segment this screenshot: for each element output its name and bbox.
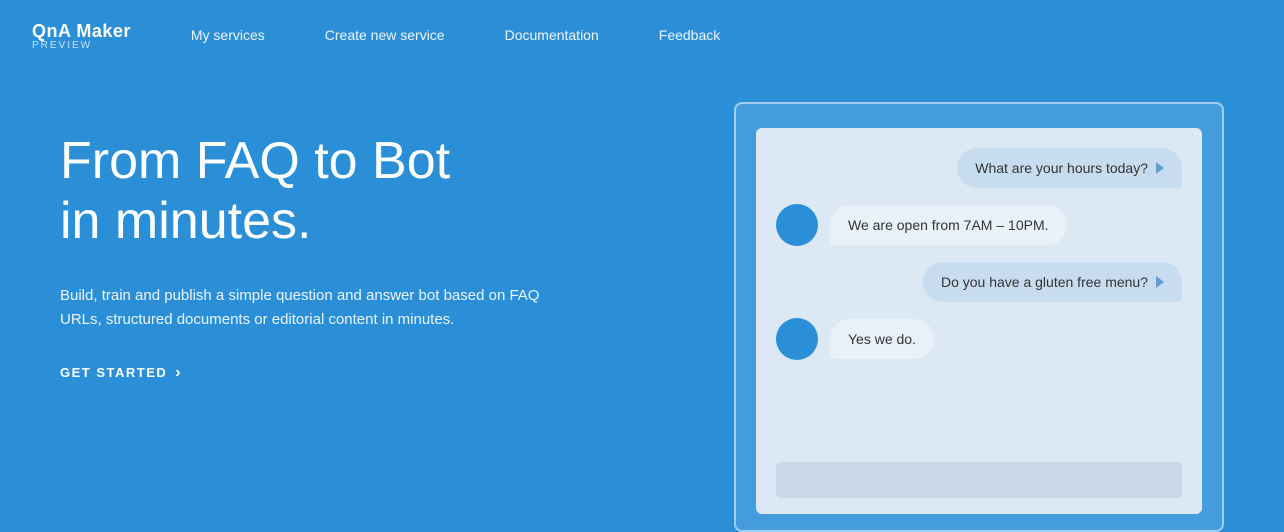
chat-row: What are your hours today? xyxy=(776,148,1182,188)
hero-description: Build, train and publish a simple questi… xyxy=(60,284,540,332)
chat-message-1: What are your hours today? xyxy=(975,160,1148,176)
avatar xyxy=(776,204,818,246)
nav-item-create-new-service[interactable]: Create new service xyxy=(325,27,445,45)
brand-subtitle: PREVIEW xyxy=(32,40,131,51)
chat-bubble-outgoing-1: What are your hours today? xyxy=(957,148,1182,188)
hero-headline: From FAQ to Botin minutes. xyxy=(60,132,580,252)
navbar: QnA Maker PREVIEW My services Create new… xyxy=(0,0,1284,72)
nav-link-my-services[interactable]: My services xyxy=(191,27,265,43)
chat-row: Do you have a gluten free menu? xyxy=(776,262,1182,302)
chat-inner: What are your hours today? We are open f… xyxy=(756,128,1202,514)
brand-title: QnA Maker xyxy=(32,21,131,42)
chat-row: Yes we do. xyxy=(776,318,1182,360)
bubble-arrow-icon xyxy=(1156,162,1164,174)
brand: QnA Maker PREVIEW xyxy=(32,21,131,51)
nav-links: My services Create new service Documenta… xyxy=(191,27,720,45)
avatar xyxy=(776,318,818,360)
get-started-button[interactable]: GET STARTED › xyxy=(60,364,182,382)
nav-item-my-services[interactable]: My services xyxy=(191,27,265,45)
chat-bubble-incoming-1: We are open from 7AM – 10PM. xyxy=(830,205,1067,245)
chat-input-bar[interactable] xyxy=(776,462,1182,498)
nav-link-feedback[interactable]: Feedback xyxy=(659,27,720,43)
chat-message-3: Do you have a gluten free menu? xyxy=(941,274,1148,290)
chat-window: What are your hours today? We are open f… xyxy=(734,102,1224,532)
bubble-arrow-icon xyxy=(1156,276,1164,288)
hero-section: From FAQ to Botin minutes. Build, train … xyxy=(60,112,580,382)
chat-bubble-outgoing-2: Do you have a gluten free menu? xyxy=(923,262,1182,302)
nav-item-documentation[interactable]: Documentation xyxy=(505,27,599,45)
nav-link-documentation[interactable]: Documentation xyxy=(505,27,599,43)
chevron-right-icon: › xyxy=(175,364,182,382)
main-content: From FAQ to Botin minutes. Build, train … xyxy=(0,72,1284,509)
nav-item-feedback[interactable]: Feedback xyxy=(659,27,720,45)
chat-message-2: We are open from 7AM – 10PM. xyxy=(848,217,1049,233)
chat-message-4: Yes we do. xyxy=(848,331,916,347)
chat-bubble-incoming-2: Yes we do. xyxy=(830,319,934,359)
chat-row: We are open from 7AM – 10PM. xyxy=(776,204,1182,246)
get-started-label: GET STARTED xyxy=(60,365,167,380)
nav-link-create-new-service[interactable]: Create new service xyxy=(325,27,445,43)
chat-illustration: What are your hours today? We are open f… xyxy=(580,102,1224,532)
